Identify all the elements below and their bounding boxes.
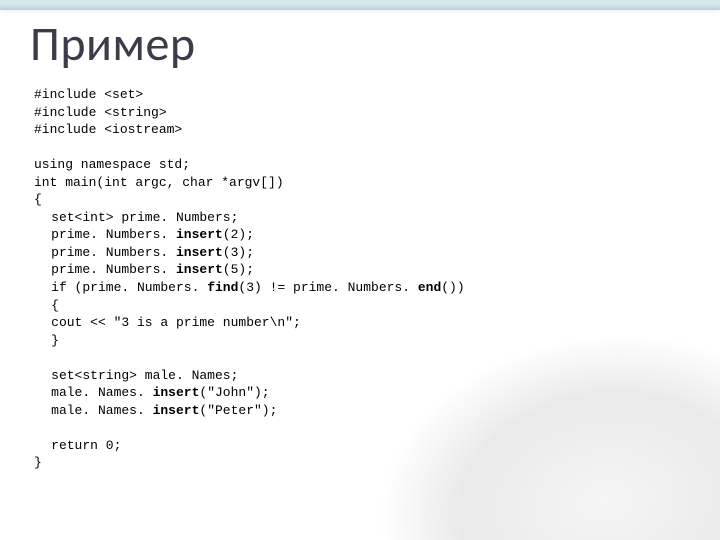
code-line: (5); xyxy=(223,262,254,277)
code-block: #include <set> #include <string> #includ… xyxy=(34,86,674,472)
code-line: set<string> male. Names; xyxy=(51,368,238,383)
code-line: (3) != prime. Numbers. xyxy=(238,280,417,295)
code-line: male. Names. xyxy=(51,403,152,418)
code-line: } xyxy=(51,333,59,348)
code-line: male. Names. xyxy=(51,385,152,400)
code-keyword: end xyxy=(418,280,441,295)
code-line: return 0; xyxy=(51,438,121,453)
code-keyword: insert xyxy=(176,227,223,242)
code-line: prime. Numbers. xyxy=(51,227,176,242)
code-line: (2); xyxy=(223,227,254,242)
code-line: ()) xyxy=(441,280,464,295)
code-keyword: find xyxy=(207,280,238,295)
code-line: using namespace std; xyxy=(34,157,190,172)
code-keyword: insert xyxy=(153,403,200,418)
code-line: #include <iostream> xyxy=(34,122,182,137)
code-keyword: insert xyxy=(176,245,223,260)
code-line: (3); xyxy=(223,245,254,260)
code-line: ("John"); xyxy=(199,385,269,400)
code-line: if (prime. Numbers. xyxy=(51,280,207,295)
code-line: ("Peter"); xyxy=(199,403,277,418)
code-line: prime. Numbers. xyxy=(51,245,176,260)
code-line: prime. Numbers. xyxy=(51,262,176,277)
code-line: } xyxy=(34,455,42,470)
code-keyword: insert xyxy=(176,262,223,277)
code-line: #include <string> xyxy=(34,105,167,120)
code-line: { xyxy=(34,192,42,207)
code-line: cout << "3 is a prime number\n"; xyxy=(51,315,301,330)
code-line: set<int> prime. Numbers; xyxy=(51,210,238,225)
code-line: { xyxy=(51,298,59,313)
code-line: #include <set> xyxy=(34,87,143,102)
code-keyword: insert xyxy=(153,385,200,400)
slide: Пример #include <set> #include <string> … xyxy=(0,0,720,540)
page-title: Пример xyxy=(30,20,196,68)
code-line: int main(int argc, char *argv[]) xyxy=(34,175,284,190)
